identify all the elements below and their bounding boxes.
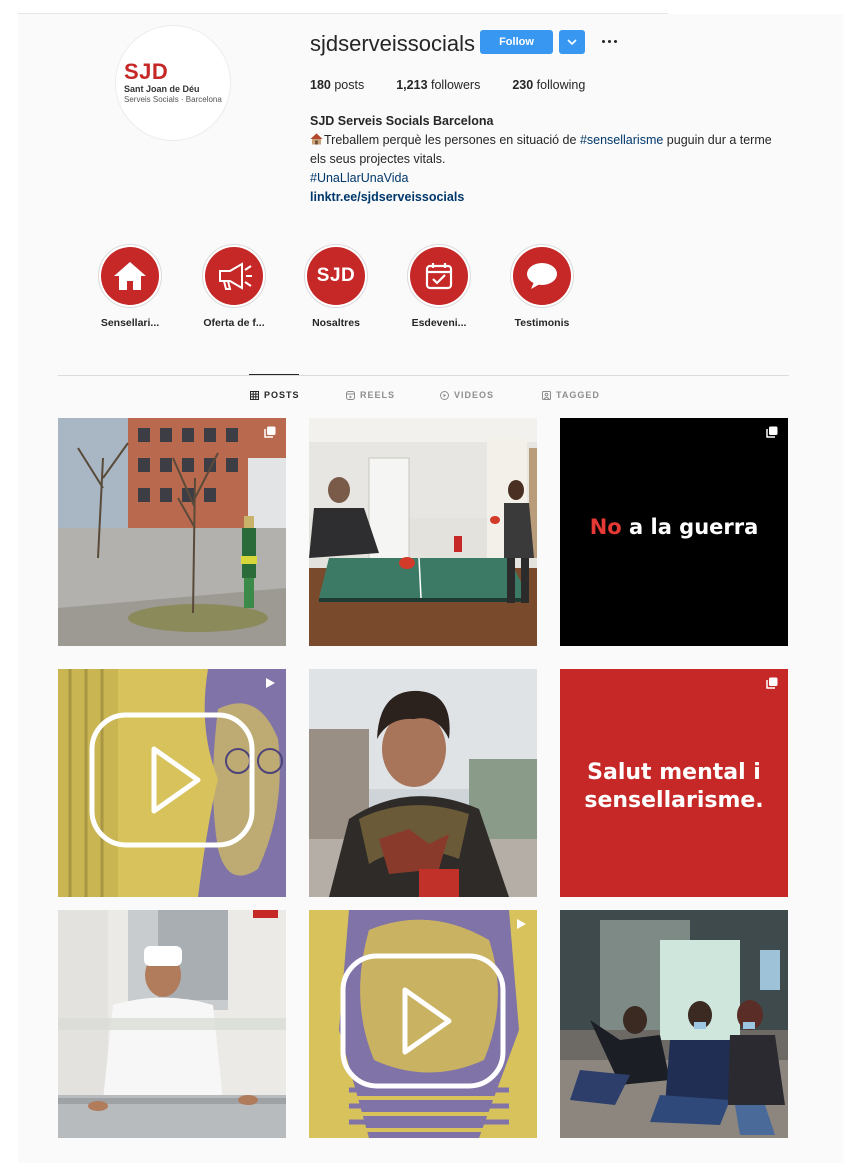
chevron-down-icon — [567, 38, 577, 45]
post-video-thumbnail-1 — [58, 669, 286, 897]
post-image-portrait — [309, 669, 537, 897]
ellipsis-icon — [601, 39, 605, 43]
profile-bio: SJD Serveis Socials Barcelona Treballem … — [310, 112, 790, 207]
post-tile-5[interactable] — [309, 669, 537, 897]
sjd-logo-icon: SJD — [316, 265, 356, 286]
post-text-salut-mental: Salut mental i sensellarisme. — [584, 760, 764, 813]
post-image-cook — [58, 910, 286, 1138]
active-tab-indicator — [249, 374, 299, 375]
post-text-no-a-la-guerra: No a la guerra — [589, 515, 759, 539]
bio-external-link[interactable]: linktr.ee/sjdserveissocials — [310, 188, 790, 207]
follow-button[interactable]: Follow — [480, 30, 553, 54]
tab-videos[interactable]: VIDEOS — [440, 390, 494, 400]
post-video-thumbnail-2 — [309, 910, 537, 1138]
post-image-group — [560, 910, 788, 1138]
speech-bubble-icon — [527, 263, 557, 289]
multi-photo-icon — [766, 677, 778, 689]
highlight-nosaltres[interactable]: SJD Nosaltres — [298, 244, 374, 329]
highlight-testimonis[interactable]: Testimonis — [504, 244, 580, 329]
avatar-logo-line1: Sant Joan de Déu — [124, 84, 200, 94]
hashtag-link-sensellarisme[interactable]: #sensellarisme — [580, 133, 663, 147]
grid-icon — [250, 390, 259, 400]
following-stat[interactable]: 230 following — [512, 78, 585, 92]
highlight-oferta[interactable]: Oferta de f... — [196, 244, 272, 329]
profile-username: sjdserveissocials — [310, 31, 476, 56]
top-divider — [18, 13, 668, 14]
video-play-icon — [440, 390, 449, 400]
posts-stat: 180 posts — [310, 78, 365, 92]
profile-stats: 180 posts 1,213 followers 230 following — [310, 78, 617, 92]
highlight-esdeveniments[interactable]: Esdeveni... — [401, 244, 477, 329]
avatar-logo-line2: Serveis Socials · Barcelona — [124, 95, 222, 104]
post-image-street-trees — [58, 418, 286, 646]
multi-photo-icon — [766, 426, 778, 438]
tab-reels[interactable]: REELS — [346, 390, 395, 400]
reels-icon — [346, 390, 355, 400]
avatar-logo-text: SJD — [124, 59, 169, 84]
bio-description: Treballem perquè les persones en situaci… — [310, 133, 772, 166]
megaphone-icon — [219, 262, 252, 290]
video-icon — [517, 919, 526, 929]
tagged-icon — [542, 390, 551, 400]
post-tile-9[interactable] — [560, 910, 788, 1138]
house-icon — [114, 262, 146, 290]
calendar-icon — [425, 263, 453, 290]
post-tile-3[interactable]: No a la guerra — [560, 418, 788, 646]
post-tile-8[interactable] — [309, 910, 537, 1138]
hashtag-link-unallarunavida[interactable]: #UnaLlarUnaVida — [310, 169, 790, 188]
tabs-divider — [58, 375, 789, 376]
profile-full-name: SJD Serveis Socials Barcelona — [310, 114, 494, 128]
tab-posts[interactable]: POSTS — [250, 390, 300, 400]
more-options-button[interactable] — [598, 33, 620, 49]
story-highlights: Sensellari... Oferta de f... SJD Nosaltr… — [92, 244, 612, 334]
followers-stat[interactable]: 1,213 followers — [396, 78, 480, 92]
profile-avatar[interactable]: SJD Sant Joan de Déu Serveis Socials · B… — [115, 25, 231, 141]
multi-photo-icon — [264, 426, 276, 438]
post-image-ping-pong — [309, 418, 537, 646]
post-tile-2[interactable] — [309, 418, 537, 646]
suggested-accounts-button[interactable] — [559, 30, 585, 54]
post-tile-4[interactable] — [58, 669, 286, 897]
post-tile-7[interactable] — [58, 910, 286, 1138]
post-tile-6[interactable]: Salut mental i sensellarisme. — [560, 669, 788, 897]
tab-tagged[interactable]: TAGGED — [542, 390, 600, 400]
video-icon — [266, 678, 275, 688]
highlight-sensellarisme[interactable]: Sensellari... — [92, 244, 168, 329]
post-tile-1[interactable] — [58, 418, 286, 646]
house-emoji-icon — [310, 133, 323, 145]
